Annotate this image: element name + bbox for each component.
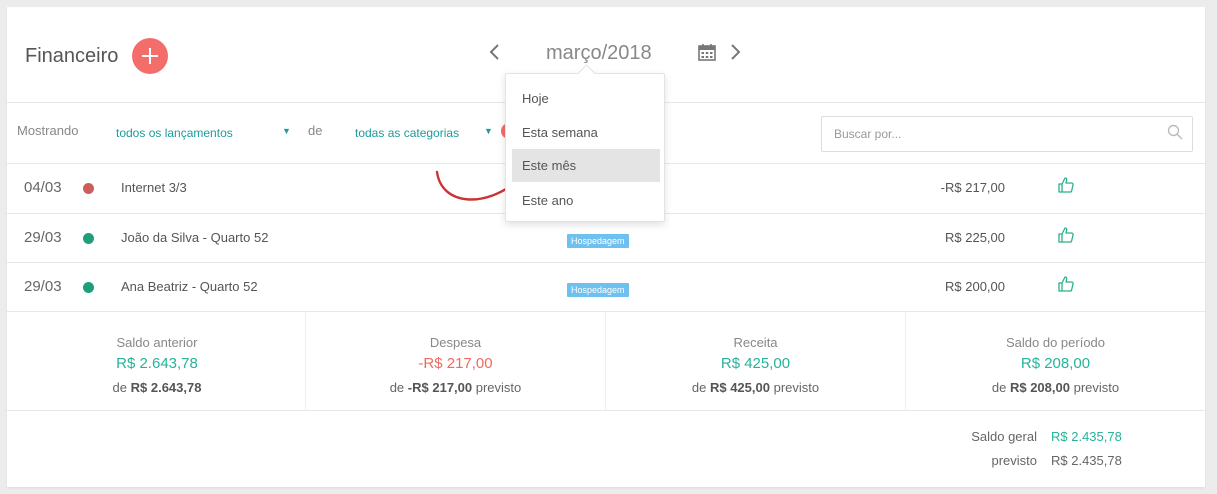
thumbs-up-icon[interactable] bbox=[1057, 176, 1075, 194]
forecast-value: -R$ 217,00 bbox=[407, 380, 473, 395]
summary-value: R$ 208,00 bbox=[1020, 355, 1091, 372]
summary-value: R$ 2.643,78 bbox=[116, 355, 198, 372]
entry-amount: R$ 200,00 bbox=[945, 279, 1005, 294]
entry-description: Internet 3/3 bbox=[121, 180, 187, 195]
forecast-value: R$ 425,00 bbox=[709, 380, 770, 395]
summary-previous-balance: Saldo anterior R$ 2.643,78 de R$ 2.643,7… bbox=[7, 312, 307, 410]
forecast-prefix: de bbox=[112, 380, 127, 395]
chevron-left-icon bbox=[489, 44, 499, 60]
entry-date: 29/03 bbox=[24, 229, 62, 246]
category-tag: Hospedagem bbox=[567, 234, 629, 248]
summary-expense: Despesa -R$ 217,00 de -R$ 217,00 previst… bbox=[305, 312, 605, 410]
calendar-icon bbox=[698, 44, 716, 61]
summary-label: Saldo anterior bbox=[116, 335, 198, 350]
forecast-balance-value: R$ 2.435,78 bbox=[1051, 453, 1122, 468]
calendar-button[interactable] bbox=[697, 42, 717, 62]
menu-item-this-week[interactable]: Esta semana bbox=[512, 116, 660, 149]
summary-forecast: de R$ 2.643,78 bbox=[7, 380, 307, 395]
menu-item-this-year[interactable]: Este ano bbox=[512, 184, 660, 217]
thumbs-up-icon[interactable] bbox=[1057, 275, 1075, 293]
previous-month-button[interactable] bbox=[485, 39, 505, 65]
caret-down-icon: ▼ bbox=[282, 126, 291, 136]
page-title: Financeiro bbox=[25, 45, 119, 67]
forecast-suffix: previsto bbox=[475, 380, 522, 395]
summary-forecast: de R$ 425,00 previsto bbox=[606, 380, 905, 395]
status-dot bbox=[83, 233, 94, 244]
category-tag: Hospedagem bbox=[567, 283, 629, 297]
entry-date: 29/03 bbox=[24, 278, 62, 295]
next-month-button[interactable] bbox=[725, 39, 745, 65]
summary-value: -R$ 217,00 bbox=[418, 355, 493, 372]
forecast-prefix: de bbox=[389, 380, 405, 395]
entry-amount: -R$ 217,00 bbox=[940, 180, 1005, 195]
summary-label: Saldo do período bbox=[1005, 335, 1106, 350]
period-dropdown-menu: Hoje Esta semana Este mês Este ano bbox=[505, 73, 665, 222]
summary-value: R$ 425,00 bbox=[720, 355, 791, 372]
general-balance-label: Saldo geral bbox=[971, 429, 1037, 444]
summary-label: Receita bbox=[733, 335, 778, 350]
status-dot bbox=[83, 183, 94, 194]
finance-card: Financeiro março/2018 Mostrando todos os… bbox=[7, 7, 1205, 487]
status-dot bbox=[83, 282, 94, 293]
caret-down-icon: ▼ bbox=[484, 126, 493, 136]
current-month[interactable]: março/2018 bbox=[546, 42, 652, 65]
summary-income: Receita R$ 425,00 de R$ 425,00 previsto bbox=[605, 312, 905, 410]
thumbs-up-icon[interactable] bbox=[1057, 226, 1075, 244]
of-label: de bbox=[308, 123, 323, 138]
summary-divider bbox=[7, 410, 1205, 411]
forecast-suffix: previsto bbox=[1073, 380, 1120, 395]
table-row[interactable]: 29/03 Ana Beatriz - Quarto 52 Hospedagem… bbox=[7, 263, 1205, 312]
chevron-right-icon bbox=[731, 44, 741, 60]
entry-description: João da Silva - Quarto 52 bbox=[121, 230, 269, 245]
search-input[interactable] bbox=[821, 116, 1193, 152]
summary-forecast: de -R$ 217,00 previsto bbox=[306, 380, 605, 395]
forecast-value: R$ 208,00 bbox=[1009, 380, 1070, 395]
add-entry-button[interactable] bbox=[132, 38, 168, 74]
forecast-suffix: previsto bbox=[773, 380, 820, 395]
forecast-balance-label: previsto bbox=[991, 453, 1037, 468]
forecast-prefix: de bbox=[991, 380, 1007, 395]
summary-label: Despesa bbox=[429, 335, 482, 350]
entries-filter-select[interactable]: todos os lançamentos bbox=[116, 126, 233, 140]
summary-forecast: de R$ 208,00 previsto bbox=[906, 380, 1205, 395]
menu-item-this-month[interactable]: Este mês bbox=[512, 149, 660, 182]
forecast-value: R$ 2.643,78 bbox=[130, 380, 202, 395]
general-balance-value: R$ 2.435,78 bbox=[1051, 429, 1122, 444]
search-icon[interactable] bbox=[1167, 124, 1183, 140]
summary-period-balance: Saldo do período R$ 208,00 de R$ 208,00 … bbox=[905, 312, 1205, 410]
menu-item-today[interactable]: Hoje bbox=[512, 82, 660, 115]
entry-amount: R$ 225,00 bbox=[945, 230, 1005, 245]
showing-label: Mostrando bbox=[17, 123, 79, 138]
entry-description: Ana Beatriz - Quarto 52 bbox=[121, 279, 258, 294]
entry-date: 04/03 bbox=[24, 179, 62, 196]
categories-filter-select[interactable]: todas as categorias bbox=[355, 126, 459, 140]
summary-panel: Saldo anterior R$ 2.643,78 de R$ 2.643,7… bbox=[7, 312, 1205, 410]
forecast-prefix: de bbox=[691, 380, 707, 395]
